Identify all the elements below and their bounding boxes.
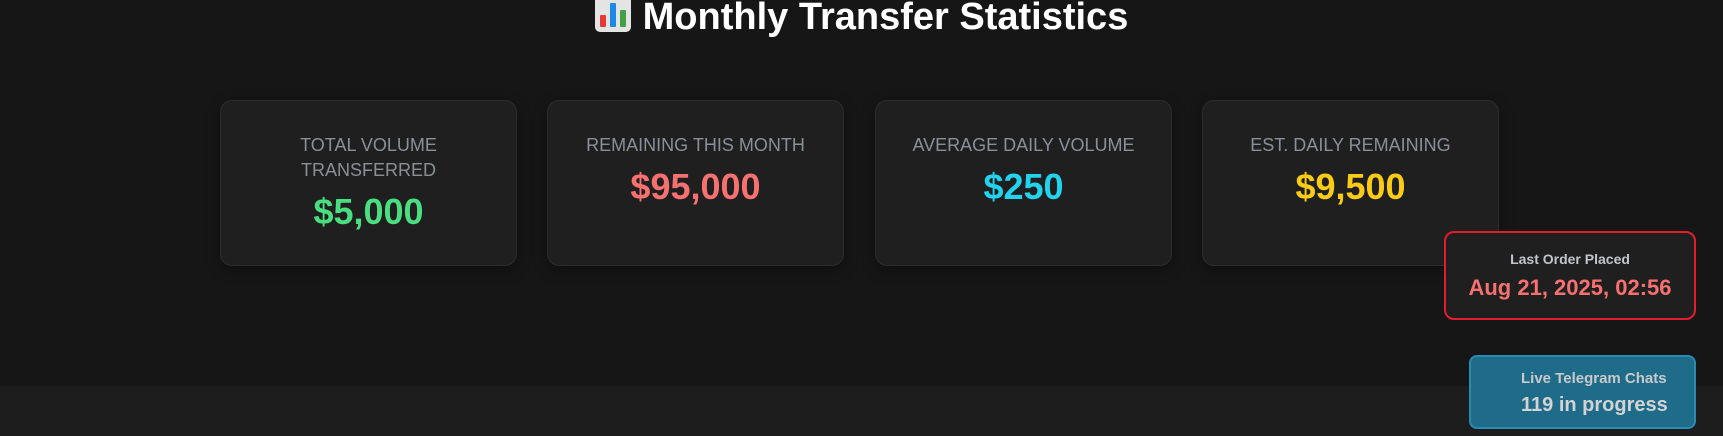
stat-value: $9,500 [1295, 166, 1406, 207]
stats-page: Monthly Transfer Statistics TOTAL VOLUME… [0, 0, 1723, 436]
stat-card-remaining: REMAINING THIS MONTH $95,000 [547, 100, 844, 266]
stat-value: $5,000 [313, 191, 424, 232]
stat-card-total-volume: TOTAL VOLUME TRANSFERRED $5,000 [220, 100, 517, 266]
last-order-label: Last Order Placed [1510, 251, 1630, 267]
stat-label: REMAINING THIS MONTH [586, 135, 805, 155]
stat-value: $95,000 [630, 166, 761, 207]
stat-label: EST. DAILY REMAINING [1250, 135, 1451, 155]
live-chats-widget[interactable]: Live Telegram Chats 119 in progress [1469, 355, 1696, 429]
bar-chart-icon [594, 0, 631, 32]
page-title: Monthly Transfer Statistics [0, 0, 1723, 40]
stat-card-average-daily: AVERAGE DAILY VOLUME $250 [875, 100, 1172, 266]
live-chats-value: 119 in progress [1521, 394, 1668, 416]
live-chats-label: Live Telegram Chats [1521, 370, 1667, 387]
last-order-value: Aug 21, 2025, 02:56 [1468, 275, 1672, 300]
stat-label: AVERAGE DAILY VOLUME [912, 135, 1135, 155]
page-title-text: Monthly Transfer Statistics [642, 0, 1129, 38]
stat-label: TOTAL VOLUME TRANSFERRED [300, 135, 437, 180]
footer-band [0, 386, 1723, 436]
stat-value: $250 [983, 166, 1064, 207]
last-order-notification: Last Order Placed Aug 21, 2025, 02:56 [1444, 231, 1696, 320]
